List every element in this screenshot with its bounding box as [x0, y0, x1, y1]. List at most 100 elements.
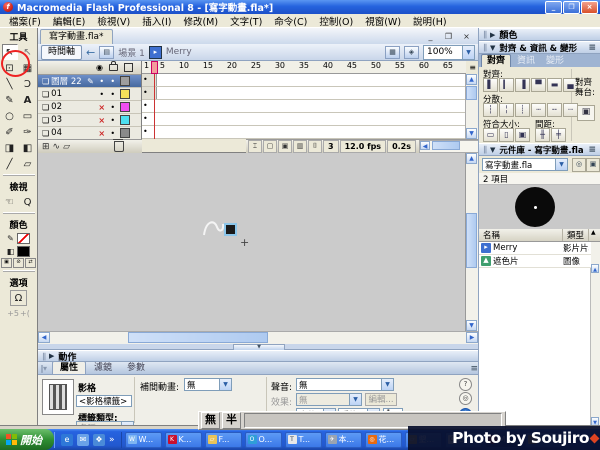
panel-grip[interactable]: ∥▾ [40, 364, 47, 373]
panel-grip[interactable]: ∥ [42, 352, 46, 361]
outline-icon[interactable] [124, 63, 133, 72]
align-to-stage-button[interactable]: ▣ [577, 105, 595, 121]
taskbar-button[interactable]: ▱ F... [204, 431, 242, 448]
scene-breadcrumb[interactable]: 場景 1 [118, 46, 145, 59]
layer-hidden-x[interactable]: × [97, 129, 106, 138]
effect-select[interactable]: 無 ▼ [296, 393, 362, 406]
black-white-button[interactable]: ▣ [1, 258, 12, 268]
ink-bottle-tool[interactable]: ◨ [2, 140, 18, 156]
new-library-window-button[interactable]: ▣ [586, 158, 600, 172]
menu-modify[interactable]: 修改(M) [178, 14, 223, 28]
layer-visibility-dot[interactable]: • [97, 90, 106, 99]
layer-outline-swatch[interactable] [120, 128, 131, 138]
library-panel-header[interactable]: ∥ ▼ 元件庫 - 寫字動畫.fla ≡ [479, 143, 600, 156]
distribute-vcenter-button[interactable]: ╎ [499, 103, 514, 117]
layer-name[interactable]: 01 [51, 89, 85, 99]
overflow-chevron-icon[interactable]: » [109, 435, 115, 445]
maximize-button[interactable]: ❐ [563, 0, 580, 14]
panel-grip[interactable]: ∥ [483, 43, 487, 52]
onion-skin-button[interactable]: ▢ [263, 140, 277, 153]
column-name[interactable]: 名稱 [479, 229, 563, 241]
close-button[interactable]: × [581, 0, 598, 14]
match-height-button[interactable]: ▯ [499, 128, 514, 142]
menu-control[interactable]: 控制(O) [314, 14, 358, 28]
color-panel-header[interactable]: ∥ ▶ 顏色 [479, 28, 600, 41]
symbol-breadcrumb[interactable]: Merry [166, 47, 192, 57]
layer-name[interactable]: 03 [51, 115, 85, 125]
align-left-button[interactable]: ▌ [483, 78, 498, 92]
layer-lock-dot[interactable]: • [108, 77, 117, 86]
tab-info[interactable]: 資訊 [512, 55, 540, 67]
taskbar-button[interactable]: ◎ 花... [364, 431, 402, 448]
pen-tool[interactable]: ✎ [2, 92, 18, 108]
menu-window[interactable]: 視窗(W) [360, 14, 406, 28]
align-top-button[interactable]: ▀ [531, 78, 546, 92]
scroll-right-icon[interactable]: ▶ [466, 332, 478, 343]
panel-menu-icon[interactable]: ≡ [470, 364, 478, 374]
timeline-toggle-button[interactable]: 時間軸 [41, 44, 83, 60]
layer-row-03[interactable]: ❏ 03 × • [38, 114, 141, 127]
stage-horizontal-scrollbar[interactable]: ◀ ▶ [38, 331, 478, 344]
align-hcenter-button[interactable]: ▎ [499, 78, 514, 92]
scrollbar-thumb[interactable] [432, 141, 461, 150]
layer-lock-dot[interactable]: • [108, 129, 117, 138]
reference-icon[interactable]: ◎ [459, 392, 472, 405]
match-width-button[interactable]: ▭ [483, 128, 498, 142]
layer-outline-swatch[interactable] [120, 102, 131, 112]
layer-name[interactable]: 圖層 22 [51, 75, 85, 87]
taskbar-button[interactable]: O O... [244, 431, 282, 448]
stage-canvas[interactable]: + [38, 153, 466, 331]
layer-row-22[interactable]: ❏ 圖層 22 ✎ • • [38, 75, 141, 88]
distribute-top-button[interactable]: ┆ [483, 103, 498, 117]
text-tool[interactable]: A [20, 92, 36, 108]
menu-view[interactable]: 檢視(V) [92, 14, 135, 28]
pin-library-button[interactable]: ◎ [572, 158, 586, 172]
onion-skin-outlines-button[interactable]: ▣ [278, 140, 292, 153]
scrollbar-thumb[interactable] [466, 86, 477, 100]
expanded-arrow-icon[interactable]: ▼ [490, 146, 495, 154]
panel-menu-icon[interactable]: ≡ [588, 43, 596, 53]
menu-commands[interactable]: 命令(C) [269, 14, 312, 28]
help-icon[interactable]: ? [459, 378, 472, 391]
library-scrollbar[interactable]: ▲ ▼ [591, 242, 600, 426]
layer-name[interactable]: 04 [51, 128, 85, 138]
brush-tool[interactable]: ✑ [20, 124, 36, 140]
distribute-right-button[interactable]: ┈ [563, 103, 578, 117]
space-vertical-button[interactable]: ╫ [535, 128, 550, 142]
scroll-left-icon[interactable]: ◀ [38, 332, 50, 343]
edit-effect-button[interactable]: 編輯... [365, 393, 397, 406]
scroll-down-icon[interactable]: ▼ [466, 128, 477, 139]
distribute-left-button[interactable]: ┄ [531, 103, 546, 117]
paint-bucket-tool[interactable]: ◧ [20, 140, 36, 156]
tab-filters[interactable]: 濾鏡 [87, 362, 119, 374]
no-color-button[interactable]: ⊘ [13, 258, 24, 268]
layer-lock-dot[interactable]: • [108, 90, 117, 99]
layer-row-02[interactable]: ❏ 02 × • [38, 101, 141, 114]
taskbar-button[interactable]: K K... [164, 431, 202, 448]
align-panel-header[interactable]: ∥ ▼ 對齊 & 資訊 & 變形 ≡ [479, 41, 600, 54]
playhead[interactable] [151, 61, 158, 74]
menu-file[interactable]: 檔案(F) [4, 14, 46, 28]
edit-multiple-frames-button[interactable]: ▥ [293, 140, 307, 153]
menu-help[interactable]: 說明(H) [408, 14, 452, 28]
layer-row-01[interactable]: ❏ 01 • • [38, 88, 141, 101]
mail-icon[interactable]: ✉ [77, 433, 89, 446]
hand-tool[interactable]: ☜ [2, 194, 18, 210]
distribute-bottom-button[interactable]: ┊ [515, 103, 530, 117]
edit-symbols-button[interactable]: ◈ [404, 45, 419, 59]
align-right-button[interactable]: ▐ [515, 78, 530, 92]
modify-onion-markers-button[interactable]: ⌷ [308, 140, 322, 153]
insert-layer-folder-button[interactable]: ▱ [63, 142, 70, 152]
collapsed-arrow-icon[interactable]: ▶ [490, 31, 495, 39]
back-arrow-icon[interactable]: ← [86, 46, 95, 59]
layer-lock-dot[interactable]: • [108, 103, 117, 112]
fill-color-swatch[interactable] [17, 246, 31, 257]
tab-properties[interactable]: 屬性 [52, 361, 87, 374]
smooth-option[interactable]: +5 [7, 309, 19, 318]
taskbar-button[interactable]: T T... [284, 431, 322, 448]
eye-icon[interactable]: ◉ [96, 63, 103, 72]
line-tool[interactable]: ╲ [2, 76, 18, 92]
rectangle-tool[interactable]: ▭ [20, 108, 36, 124]
lock-icon[interactable] [109, 61, 118, 71]
library-item-mask[interactable]: ▲ 遮色片 圖像 [479, 255, 591, 268]
